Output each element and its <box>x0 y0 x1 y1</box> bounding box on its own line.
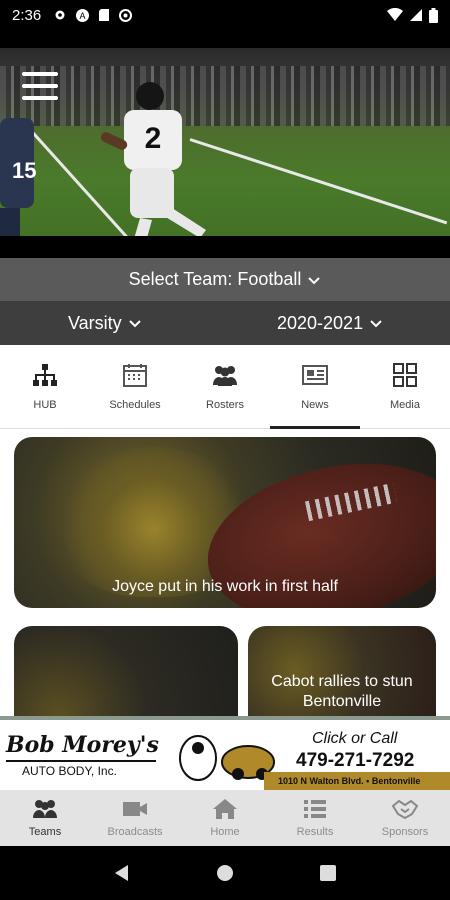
status-bar: 2:36 A <box>0 0 450 30</box>
tab-label: Schedules <box>109 399 161 411</box>
ad-address: 1010 N Walton Blvd. • Bentonville <box>264 772 450 790</box>
home-circle-icon[interactable] <box>216 864 234 882</box>
level-selector-value: Varsity <box>68 312 122 333</box>
tab-schedules[interactable]: Schedules <box>90 345 180 428</box>
season-selector[interactable]: 2020-2021 <box>277 313 383 334</box>
defender-figure: 15 <box>0 118 36 258</box>
bottom-nav-label: Sponsors <box>381 826 429 838</box>
tab-media[interactable]: Media <box>360 345 450 428</box>
video-camera-icon <box>123 802 147 816</box>
hero-video[interactable]: 2 15 <box>0 30 450 258</box>
ad-mascot-image <box>179 735 275 781</box>
football-field-image: 2 15 <box>0 48 450 258</box>
season-selector-value: 2020-2021 <box>277 312 364 333</box>
tab-hub[interactable]: HUB <box>0 345 90 428</box>
level-season-bar: Varsity 2020-2021 <box>0 301 450 345</box>
hub-icon <box>33 364 57 386</box>
bottom-nav-label: Teams <box>28 826 62 838</box>
sponsor-ad-banner[interactable]: Bob Morey's AUTO BODY, Inc. Click or Cal… <box>0 716 450 790</box>
bottom-nav-sponsors[interactable]: Sponsors <box>360 790 450 846</box>
data-saver-icon <box>119 8 133 22</box>
bottom-nav-label: Results <box>296 826 334 838</box>
level-selector[interactable]: Varsity <box>68 313 142 334</box>
bottom-nav-results[interactable]: Results <box>270 790 360 846</box>
hero-bottom-bar <box>0 236 450 258</box>
team-selector[interactable]: Select Team: Football <box>0 258 450 301</box>
list-icon <box>304 800 326 818</box>
player-figure: 2 <box>100 82 206 256</box>
bottom-nav-label: Home <box>210 826 240 838</box>
a-icon: A <box>76 8 90 22</box>
news-card-title: Cabot rallies to stun Bentonville <box>271 673 413 710</box>
svg-text:15: 15 <box>12 158 36 183</box>
tab-label: Media <box>390 399 420 411</box>
chevron-down-icon <box>128 320 141 328</box>
bottom-nav-label: Broadcasts <box>107 826 163 838</box>
tab-label: News <box>301 399 329 411</box>
svg-text:A: A <box>80 11 86 21</box>
news-icon <box>302 365 328 385</box>
settings-icon <box>55 10 65 20</box>
ad-company-name: Bob Morey's <box>6 732 159 758</box>
teams-icon <box>33 800 57 818</box>
grid-icon <box>393 363 417 387</box>
signal-icon <box>410 9 422 21</box>
tab-rosters[interactable]: Rosters <box>180 345 270 428</box>
news-feed: Joyce put in his work in first half Cabo… <box>0 429 450 719</box>
recents-icon[interactable] <box>319 864 337 882</box>
chevron-down-icon <box>308 276 321 284</box>
battery-icon <box>429 7 438 23</box>
tab-label: HUB <box>33 399 57 411</box>
ad-phone: 479-271-7292 <box>296 750 415 771</box>
tab-news[interactable]: News <box>270 345 360 429</box>
calendar-icon <box>123 364 147 387</box>
team-selector-label: Select Team: <box>128 269 233 289</box>
news-card-title: Joyce put in his work in first half <box>112 578 338 595</box>
people-icon <box>213 366 237 386</box>
back-icon[interactable] <box>113 864 131 882</box>
bottom-nav-teams[interactable]: Teams <box>0 790 90 846</box>
ad-divider <box>6 760 156 762</box>
news-card[interactable]: Joyce put in his work in first half <box>14 437 436 608</box>
tab-label: Rosters <box>206 399 244 411</box>
home-icon <box>213 799 237 819</box>
status-icons: A <box>53 8 133 23</box>
section-tabs: HUB Schedules Rosters News Media <box>0 345 450 429</box>
news-card[interactable] <box>14 626 238 719</box>
menu-button[interactable] <box>22 72 58 100</box>
ad-company-sub: AUTO BODY, Inc. <box>22 764 117 778</box>
wifi-icon <box>387 8 403 21</box>
system-navigation-bar <box>0 846 450 900</box>
news-card[interactable]: Cabot rallies to stun Bentonville <box>248 626 436 719</box>
handshake-icon <box>392 799 418 820</box>
team-selector-value: Football <box>237 269 302 289</box>
svg-text:2: 2 <box>145 122 162 155</box>
chevron-down-icon <box>370 320 382 328</box>
status-right <box>387 7 438 23</box>
bottom-nav: Teams Broadcasts Home Results Sponsors <box>0 790 450 846</box>
bottom-nav-broadcasts[interactable]: Broadcasts <box>90 790 180 846</box>
hamburger-icon <box>22 72 58 76</box>
sd-icon <box>99 9 110 21</box>
bottom-nav-home[interactable]: Home <box>180 790 270 846</box>
ad-call-to-action: Click or Call <box>312 730 398 747</box>
status-time: 2:36 <box>12 6 42 24</box>
